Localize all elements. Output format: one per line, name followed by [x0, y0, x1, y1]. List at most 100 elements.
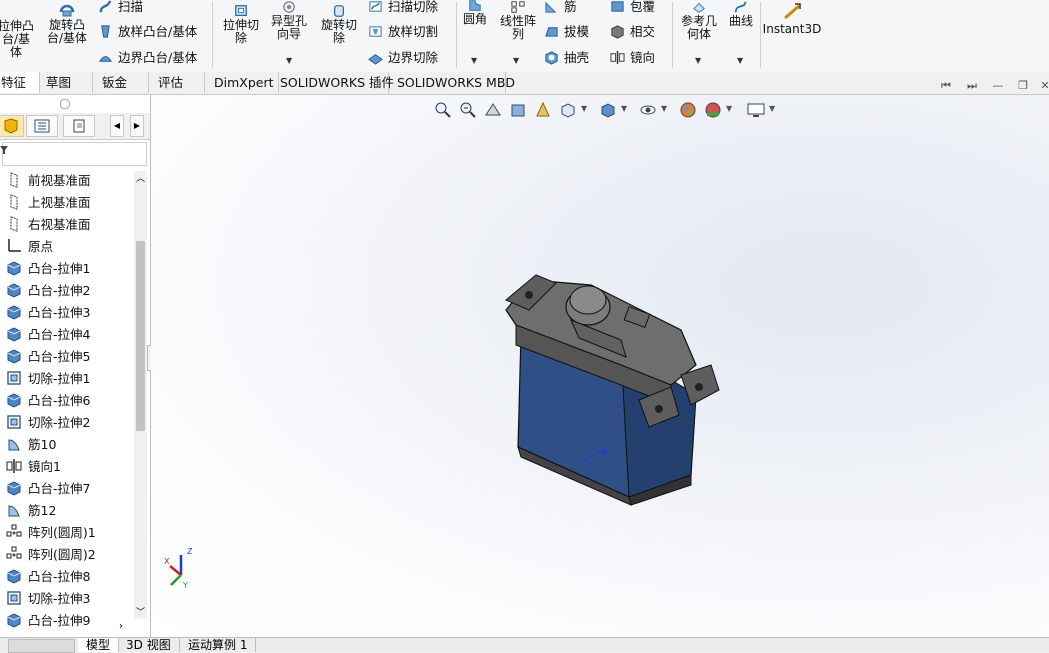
tab-sheet-metal[interactable]: 钣金: [94, 72, 149, 93]
tab-features[interactable]: 特征: [0, 72, 40, 93]
reference-geometry-button[interactable]: 参考几 何体 ▼: [676, 0, 722, 65]
extrude-cut-button[interactable]: 拉伸切 除: [218, 4, 264, 45]
tree-item[interactable]: 凸台-拉伸1: [6, 258, 90, 280]
fillet-button[interactable]: 圆角 ▼: [458, 0, 492, 65]
configuration-manager-tab[interactable]: [63, 115, 95, 137]
tree-item[interactable]: 凸台-拉伸2: [6, 280, 90, 302]
tree-item[interactable]: 筋10: [6, 434, 56, 456]
revolve-cut-icon: [333, 5, 345, 17]
minimize-icon[interactable]: —: [991, 80, 1005, 92]
feature-manager-panel: ◀ ▶ 前视基准面 上视基准面 右视基准面 原点 凸台-拉伸1 凸台-拉伸2 凸台-拉伸3 凸…: [0, 95, 151, 637]
tree-filter-input[interactable]: [0, 142, 147, 166]
scroll-up-icon[interactable]: ︿: [134, 171, 147, 184]
tree-item[interactable]: 原点: [6, 236, 53, 258]
triad-axes-icon: [169, 555, 183, 586]
origin-icon: [6, 238, 22, 254]
curves-button[interactable]: 曲线 ▼: [724, 0, 758, 65]
hole-wizard-button[interactable]: 异型孔 向导 ▼: [266, 0, 312, 65]
tab-motion-study-label: 运动算例 1: [188, 638, 248, 652]
sweep-button[interactable]: 扫描: [98, 0, 143, 15]
rib-button[interactable]: 筋: [544, 0, 577, 15]
tree-scrollbar[interactable]: ︿ ﹀: [134, 171, 147, 619]
reference-geometry-dropdown-icon[interactable]: ▼: [695, 54, 701, 67]
feature-manager-tab[interactable]: [0, 115, 24, 137]
instant3d-button[interactable]: Instant3D: [762, 2, 822, 36]
fillet-dropdown-icon[interactable]: ▼: [471, 54, 477, 67]
tree-item[interactable]: 切除-拉伸2: [6, 412, 90, 434]
tree-item[interactable]: 筋12: [6, 500, 56, 522]
servo-3d-model[interactable]: ✱: [151, 95, 1049, 637]
triad-x-label: X: [164, 557, 170, 566]
tree-item[interactable]: 凸台-拉伸9: [6, 610, 90, 632]
panel-toolbar: ◀ ▶: [0, 113, 150, 140]
tree-item[interactable]: 阵列(圆周)2: [6, 544, 96, 566]
tab-solidworks-mbd[interactable]: SOLIDWORKS MBD: [389, 72, 515, 93]
restore-icon[interactable]: ❐: [1016, 80, 1030, 92]
tree-item[interactable]: 切除-拉伸1: [6, 368, 90, 390]
scroll-down-icon[interactable]: ﹀: [134, 605, 147, 618]
shell-button[interactable]: 抽壳: [544, 47, 589, 66]
boundary-boss-button[interactable]: 边界凸台/基体: [98, 47, 197, 66]
tree-item[interactable]: 切除-拉伸3: [6, 588, 90, 610]
tree-item[interactable]: 阵列(圆周)1: [6, 522, 96, 544]
hole-wizard-dropdown-icon[interactable]: ▼: [286, 54, 292, 67]
tree-item[interactable]: 凸台-拉伸7: [6, 478, 90, 500]
linear-pattern-button[interactable]: 线性阵 列 ▼: [496, 0, 540, 65]
loft-boss-button[interactable]: 放样凸台/基体: [98, 21, 197, 40]
tab-sketch[interactable]: 草图: [38, 72, 93, 93]
tab-model[interactable]: 模型: [78, 638, 120, 652]
cut-extrude-icon: [6, 370, 22, 386]
extrude-boss-button[interactable]: 拉伸凸 台/基体: [0, 10, 36, 59]
loft-boss-label: 放样凸台/基体: [118, 24, 198, 39]
tree-item[interactable]: 凸台-拉伸8: [6, 566, 90, 588]
lofted-cut-button[interactable]: 放样切割: [368, 21, 438, 40]
boundary-cut-icon: [368, 54, 383, 65]
intersect-button[interactable]: 相交: [610, 21, 655, 40]
shell-label: 抽壳: [564, 50, 590, 65]
reference-triad[interactable]: Z X Y: [161, 547, 201, 591]
curves-dropdown-icon[interactable]: ▼: [737, 54, 743, 67]
tab-solidworks-addins[interactable]: SOLIDWORKS 插件: [272, 72, 394, 93]
triad-y-label: Y: [183, 581, 188, 590]
tab-evaluate[interactable]: 评估: [150, 72, 205, 93]
tab-solidworks-mbd-label: SOLIDWORKS MBD: [397, 75, 516, 90]
tab-3d-views[interactable]: 3D 视图: [118, 638, 180, 652]
tree-item[interactable]: 右视基准面: [6, 214, 91, 236]
close-icon[interactable]: ✕: [1038, 80, 1049, 92]
boundary-cut-button[interactable]: 边界切除: [368, 47, 438, 66]
graphics-area[interactable]: ▼ ▼ ▼ ▼ ▼ ✱ Z X Y: [151, 95, 1049, 637]
tree-item[interactable]: 凸台-拉伸4: [6, 324, 90, 346]
tree-item[interactable]: 上视基准面: [6, 192, 91, 214]
filter-icon: [0, 146, 8, 154]
fillet-label: 圆角: [462, 12, 487, 26]
wrap-label: 包覆: [630, 0, 656, 14]
boss-extrude-icon: [6, 392, 22, 408]
previous-pane-icon[interactable]: ⏮: [939, 80, 953, 92]
tree-item-label: 镜向1: [28, 459, 61, 474]
lofted-cut-icon: [369, 26, 382, 37]
tab-dimxpert[interactable]: DimXpert: [206, 72, 279, 93]
tree-horizontal-scroll-right[interactable]: ›: [119, 621, 123, 632]
instant3d-label: Instant3D: [762, 22, 822, 36]
tree-item[interactable]: 凸台-拉伸6: [6, 390, 90, 412]
tree-item-label: 凸台-拉伸8: [28, 569, 91, 584]
draft-button[interactable]: 拔模: [544, 21, 589, 40]
next-pane-icon[interactable]: ⏭: [965, 80, 979, 92]
mirror-button[interactable]: 镜向: [610, 47, 655, 66]
loft-icon: [101, 25, 110, 38]
tree-scrollbar-thumb[interactable]: [136, 241, 145, 431]
tree-item[interactable]: 前视基准面: [6, 170, 91, 192]
tab-motion-study[interactable]: 运动算例 1: [180, 638, 257, 652]
revolve-cut-button[interactable]: 旋转切 除: [316, 4, 362, 45]
swept-cut-button[interactable]: 扫描切除: [368, 0, 438, 15]
revolve-boss-button[interactable]: 旋转凸 台/基体: [44, 0, 90, 45]
tree-item[interactable]: 凸台-拉伸5: [6, 346, 90, 368]
panel-scroll-right-button[interactable]: ▶: [130, 115, 144, 137]
linear-pattern-dropdown-icon[interactable]: ▼: [513, 54, 519, 67]
wrap-button[interactable]: 包覆: [610, 0, 655, 15]
property-manager-tab[interactable]: [26, 115, 58, 137]
panel-scroll-left-button[interactable]: ◀: [110, 115, 124, 137]
panel-splitter-handle[interactable]: [60, 99, 70, 109]
tree-item[interactable]: 镜向1: [6, 456, 61, 478]
tree-item[interactable]: 凸台-拉伸3: [6, 302, 90, 324]
